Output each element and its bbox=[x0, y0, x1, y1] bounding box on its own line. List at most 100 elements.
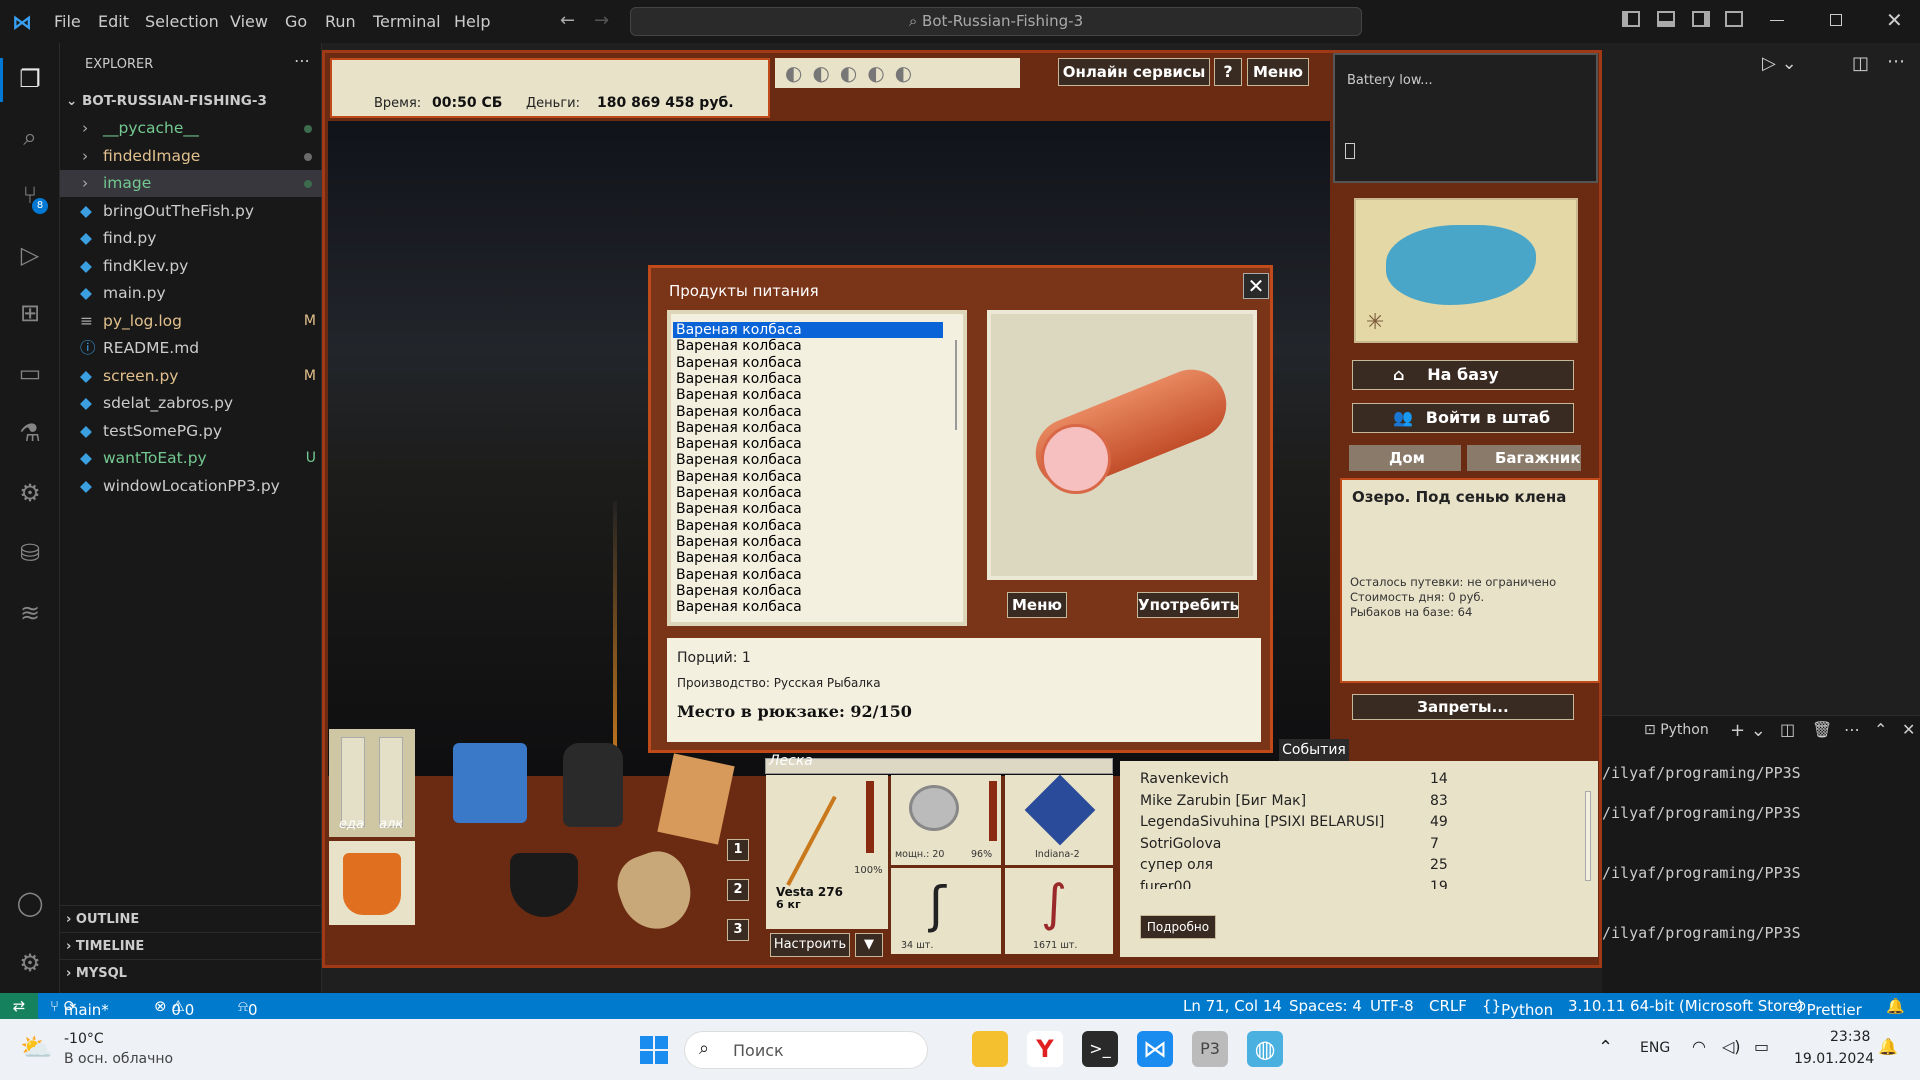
menu-help[interactable]: Help bbox=[454, 12, 490, 31]
keepnet-icon[interactable] bbox=[609, 843, 701, 939]
details-button[interactable]: Подробно bbox=[1140, 915, 1216, 939]
restore-icon[interactable] bbox=[1830, 14, 1842, 26]
tray-overflow-icon[interactable]: ⌃ bbox=[1598, 1037, 1613, 1058]
close-panel-icon[interactable]: ✕ bbox=[1902, 720, 1915, 739]
to-base-button[interactable]: ⌂ На базу bbox=[1352, 360, 1574, 390]
terminal-tab[interactable]: ⊡ Python bbox=[1644, 722, 1709, 738]
section-timeline[interactable]: › TIMELINE bbox=[60, 932, 322, 959]
command-center[interactable]: ⌕ Bot-Russian-Fishing-3 bbox=[630, 7, 1362, 36]
tackle-box-icon[interactable] bbox=[453, 743, 527, 823]
food-list[interactable]: Вареная колбаса Вареная колбаса Вареная ко… bbox=[667, 310, 967, 626]
food-list-item[interactable]: Вареная колбаса bbox=[673, 550, 943, 566]
explorer-icon[interactable]: ❐ bbox=[14, 63, 46, 95]
folder-item[interactable]: › image bbox=[60, 170, 322, 197]
food-list-item[interactable]: Вареная колбаса bbox=[673, 452, 943, 468]
battery-tray-icon[interactable]: ▭ bbox=[1754, 1037, 1769, 1056]
food-list-item[interactable]: Вареная колбаса bbox=[673, 534, 943, 550]
more-actions-icon[interactable]: ⋯ bbox=[294, 51, 310, 70]
encoding[interactable]: UTF-8 bbox=[1370, 997, 1414, 1015]
database-icon[interactable]: ⛁ bbox=[14, 537, 46, 569]
food-list-item[interactable]: Вареная колбаса bbox=[673, 485, 943, 501]
lure-slot[interactable]: Indiana-2 bbox=[1005, 774, 1113, 865]
bans-button[interactable]: Запреты... bbox=[1352, 694, 1574, 720]
language-indicator[interactable]: ENG bbox=[1640, 1040, 1670, 1056]
clock-date[interactable]: 19.01.2024 bbox=[1794, 1051, 1874, 1067]
food-list-item[interactable]: Вареная колбаса bbox=[673, 387, 943, 403]
food-list-item[interactable]: Вареная колбаса bbox=[673, 371, 943, 387]
close-window-icon[interactable]: ✕ bbox=[1886, 8, 1903, 32]
file-item[interactable]: ◆ main.py bbox=[60, 280, 322, 307]
toggle-secondary-sidebar-icon[interactable] bbox=[1692, 11, 1710, 27]
testing-icon[interactable]: ⚗ bbox=[14, 417, 46, 449]
slot-1-button[interactable]: 1 bbox=[727, 839, 749, 861]
file-item[interactable]: ⓘ README.md bbox=[60, 335, 322, 362]
food-list-item[interactable]: Вареная колбаса bbox=[673, 355, 943, 371]
food-list-item[interactable]: Вареная колбаса bbox=[673, 469, 943, 485]
adjust-button[interactable]: Настроить bbox=[770, 933, 850, 957]
split-editor-icon[interactable]: ◫ bbox=[1852, 53, 1869, 74]
yandex-browser-icon[interactable]: Y bbox=[1027, 1031, 1063, 1067]
adjust-dropdown-button[interactable]: ▼ bbox=[855, 933, 883, 957]
file-explorer-icon[interactable] bbox=[972, 1031, 1008, 1067]
remote-icon[interactable]: ⚙ bbox=[14, 477, 46, 509]
root-folder[interactable]: ⌄ BOT-RUSSIAN-FISHING-3 bbox=[60, 88, 322, 115]
taskbar-search[interactable]: ⌕ Поиск bbox=[684, 1031, 928, 1069]
food-list-item[interactable]: Вареная колбаса bbox=[673, 338, 943, 354]
food-list-item[interactable]: Вареная колбаса bbox=[673, 518, 943, 534]
run-python-icon[interactable]: ▷ ⌄ bbox=[1762, 53, 1797, 74]
line-endings[interactable]: CRLF bbox=[1429, 997, 1467, 1015]
dialog-menu-button[interactable]: Меню bbox=[1007, 592, 1067, 618]
online-services-button[interactable]: Онлайн сервисы bbox=[1058, 58, 1210, 86]
remote-indicator-icon[interactable]: ⇄ bbox=[0, 993, 38, 1019]
dialog-close-button[interactable]: ✕ bbox=[1243, 273, 1269, 299]
remote-explorer-icon[interactable]: ▭ bbox=[14, 357, 46, 389]
branch-indicator[interactable]: ⑂ main* ⟳ bbox=[50, 997, 109, 1019]
section-outline[interactable]: › OUTLINE bbox=[60, 905, 322, 932]
menu-view[interactable]: View bbox=[230, 12, 268, 31]
notifications-bell-icon[interactable]: 🔔 bbox=[1886, 997, 1905, 1015]
hook-slot[interactable]: ʃ 34 шт. bbox=[891, 868, 1001, 954]
indentation[interactable]: Spaces: 4 bbox=[1289, 997, 1362, 1015]
run-debug-icon[interactable]: ▷ bbox=[14, 239, 46, 271]
maximize-panel-icon[interactable]: ⌃ bbox=[1874, 720, 1887, 739]
language-mode[interactable]: {} Python bbox=[1482, 997, 1553, 1019]
terminal-more-icon[interactable]: ⋯ bbox=[1844, 720, 1860, 739]
start-button[interactable] bbox=[640, 1036, 668, 1064]
layout-icon[interactable] bbox=[1725, 11, 1743, 27]
events-tab[interactable]: События bbox=[1279, 739, 1349, 761]
ports-indicator[interactable]: ⍾ 0 bbox=[238, 997, 257, 1019]
menu-terminal[interactable]: Terminal bbox=[373, 12, 441, 31]
food-list-item[interactable]: Вареная колбаса bbox=[673, 501, 943, 517]
cursor-position[interactable]: Ln 71, Col 14 bbox=[1183, 997, 1282, 1015]
problems-indicator[interactable]: ⊗ 0 ⚠ 0 bbox=[154, 997, 194, 1019]
file-item[interactable]: ◆ sdelat_zabros.py bbox=[60, 390, 322, 417]
file-item[interactable]: ◆ findKlev.py bbox=[60, 253, 322, 280]
toggle-panel-icon[interactable] bbox=[1657, 11, 1675, 27]
folder-item[interactable]: › __pycache__ bbox=[60, 115, 322, 142]
use-button[interactable]: Употребить bbox=[1137, 592, 1239, 618]
slot-2-button[interactable]: 2 bbox=[727, 879, 749, 901]
rod-slot[interactable]: 100% Vesta 276 6 кг bbox=[766, 775, 888, 929]
terminal-app-icon[interactable]: >_ bbox=[1082, 1031, 1118, 1067]
back-arrow-icon[interactable]: ← bbox=[560, 10, 575, 31]
slot-3-button[interactable]: 3 bbox=[727, 919, 749, 941]
settings-gear-icon[interactable]: ⚙ bbox=[14, 947, 46, 979]
food-list-item[interactable]: Вареная колбаса bbox=[673, 583, 943, 599]
menu-edit[interactable]: Edit bbox=[98, 12, 129, 31]
lake-map[interactable]: ✳ bbox=[1354, 198, 1578, 343]
weather-desc[interactable]: В осн. облачно bbox=[64, 1051, 173, 1067]
split-terminal-icon[interactable]: ◫ bbox=[1780, 720, 1795, 739]
forward-arrow-icon[interactable]: → bbox=[594, 10, 609, 31]
bucket-slot[interactable] bbox=[329, 841, 415, 925]
vscode-app-icon[interactable]: ⋈ bbox=[1137, 1031, 1173, 1067]
food-list-item[interactable]: Вареная колбаса bbox=[673, 567, 943, 583]
line-tab[interactable]: Леска bbox=[769, 753, 813, 769]
new-terminal-icon[interactable]: + ⌄ bbox=[1730, 720, 1766, 741]
kill-terminal-icon[interactable]: 🗑 bbox=[1812, 720, 1832, 739]
notifications-icon[interactable]: 🔔 bbox=[1878, 1037, 1898, 1056]
food-list-scrollbar[interactable] bbox=[955, 340, 957, 430]
food-list-item[interactable]: Вареная колбаса bbox=[673, 322, 943, 338]
editor-more-icon[interactable]: ⋯ bbox=[1887, 51, 1905, 72]
events-scrollbar[interactable] bbox=[1585, 791, 1591, 881]
globe-app-icon[interactable]: ◍ bbox=[1247, 1031, 1283, 1067]
